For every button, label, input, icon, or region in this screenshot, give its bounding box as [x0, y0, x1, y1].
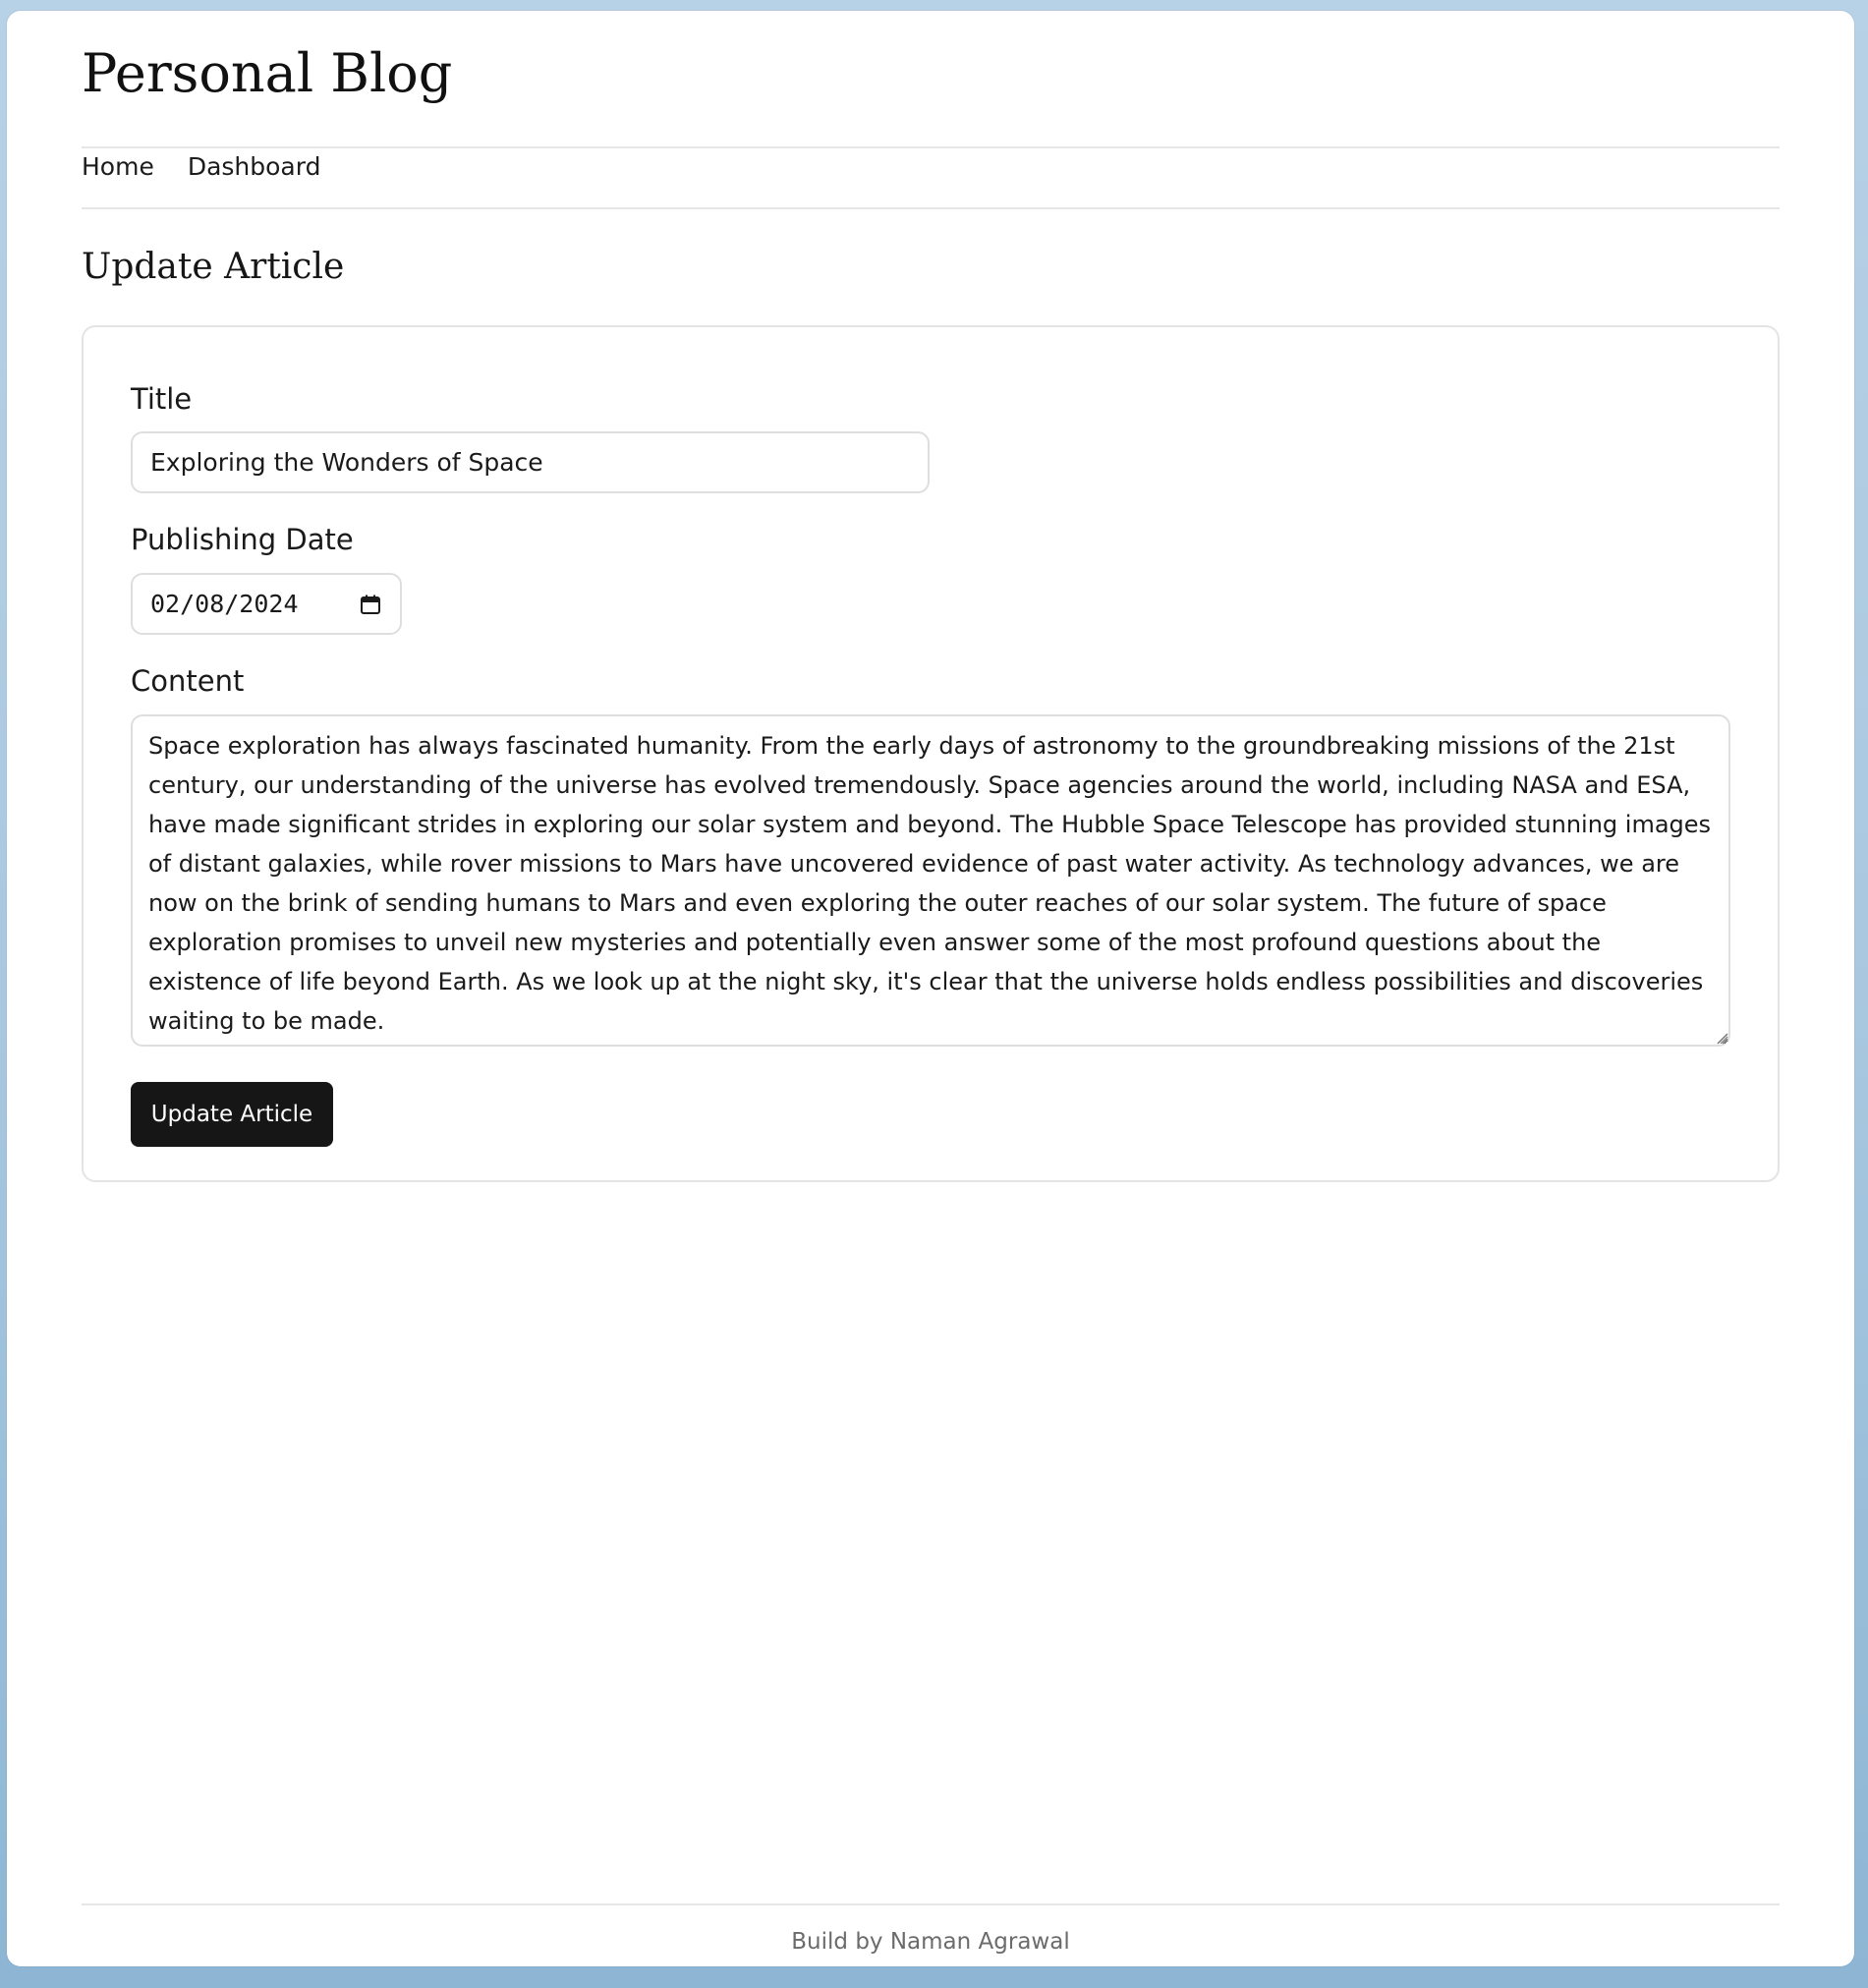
nav-link-home[interactable]: Home: [82, 152, 154, 181]
nav-link-dashboard[interactable]: Dashboard: [188, 152, 321, 181]
update-article-form: Title Publishing Date 02/08/2024 Content…: [82, 325, 1780, 1182]
publishing-date-value: 02/08/2024: [150, 590, 299, 618]
content-label: Content: [131, 664, 245, 698]
footer-divider: [82, 1903, 1780, 1905]
footer-credit: Build by Naman Agrawal: [791, 1929, 1070, 1955]
page-container: Personal Blog Home Dashboard Update Arti…: [82, 11, 1780, 1966]
title-input[interactable]: [131, 431, 930, 493]
resize-grip-icon[interactable]: [1715, 1031, 1728, 1045]
page-heading: Update Article: [82, 247, 345, 287]
main-nav: Home Dashboard: [82, 152, 320, 181]
publishing-date-input[interactable]: 02/08/2024: [131, 573, 402, 635]
site-title: Personal Blog: [82, 42, 453, 104]
title-label: Title: [131, 382, 193, 416]
content-textarea[interactable]: Space exploration has always fascinated …: [131, 714, 1730, 1047]
header-divider: [82, 146, 1780, 148]
nav-divider: [82, 207, 1780, 209]
publishing-date-label: Publishing Date: [131, 523, 354, 556]
update-article-button[interactable]: Update Article: [131, 1082, 333, 1147]
calendar-icon[interactable]: [359, 593, 382, 616]
browser-window: Personal Blog Home Dashboard Update Arti…: [7, 11, 1854, 1966]
